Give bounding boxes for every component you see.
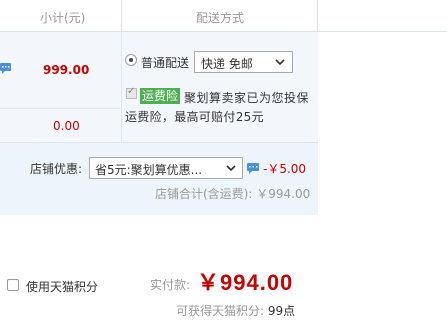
chat-icon[interactable] [247, 162, 260, 174]
chevron-down-icon [226, 165, 236, 172]
payment-label: 实付款: [150, 278, 191, 292]
shipping-column-header: 配送方式 [196, 11, 245, 25]
header-divider [121, 0, 122, 32]
insurance-badge: 运费险 [140, 88, 181, 104]
insurance-description-2: 运费险，最高可赔付25元 [125, 110, 264, 124]
payment-amount: ￥994.00 [197, 270, 294, 295]
subtotal-column-header: 小计(元) [40, 11, 86, 25]
use-points-label[interactable]: 使用天猫积分 [26, 278, 98, 295]
shipping-method-value: 快递 免邮 [201, 57, 253, 71]
points-label: 可获得天猫积分: [176, 304, 265, 318]
chat-icon[interactable] [0, 62, 12, 74]
radio-selected-dot [129, 58, 133, 62]
shop-discount-amount: -￥5.00 [263, 162, 307, 176]
checkmark-icon: ✓ [127, 86, 136, 97]
insurance-description: 聚划算卖家已为您投保 [184, 91, 310, 105]
order-item-row [0, 32, 318, 142]
shop-discount-select[interactable]: 省5元:聚划算优惠... [89, 157, 243, 179]
shop-discount-label: 店铺优惠: [30, 162, 83, 176]
item-subtotal: 999.00 [43, 63, 90, 77]
shop-total: 店铺合计(含运费): ￥994.00 [155, 187, 311, 201]
chevron-down-icon [275, 59, 285, 66]
points-value: 99点 [267, 304, 296, 318]
points-earned: 可获得天猫积分: 99点 [176, 302, 295, 319]
row-divider [0, 108, 122, 109]
column-divider [121, 32, 122, 142]
header-divider [317, 0, 318, 32]
shipping-option-label[interactable]: 普通配送 [141, 54, 189, 71]
item-subtotal-secondary: 0.00 [53, 119, 80, 133]
shop-discount-value: 省5元:聚划算优惠... [95, 163, 203, 177]
use-points-checkbox[interactable] [7, 279, 19, 291]
